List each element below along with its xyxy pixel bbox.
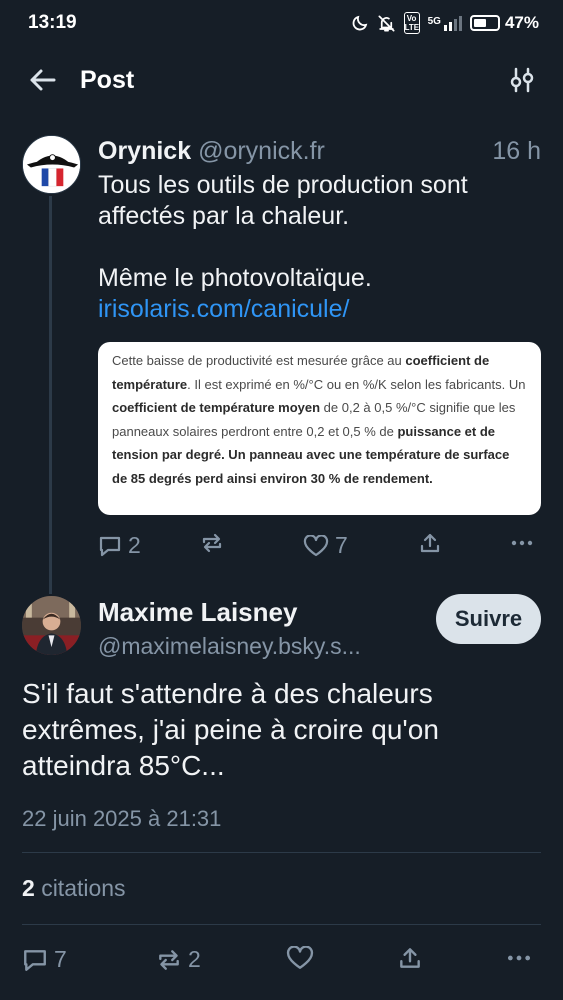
avatar[interactable] [22, 596, 81, 655]
moon-icon [351, 14, 369, 32]
post-link[interactable]: irisolaris.com/canicule/ [98, 295, 349, 323]
more-horizontal-icon [511, 540, 533, 546]
avatar[interactable] [22, 135, 81, 194]
embed-text: Cette baisse de productivité est mesurée… [112, 353, 406, 368]
more-horizontal-icon [507, 955, 531, 961]
post-text: Même le photovoltaïque. [98, 264, 372, 292]
reply-count: 2 [128, 532, 141, 558]
status-time: 13:19 [28, 12, 77, 33]
citations-link[interactable]: 2 citations [22, 872, 126, 904]
repost-button[interactable] [200, 532, 230, 554]
heart-icon [303, 534, 329, 556]
like-count: 7 [335, 532, 348, 558]
heart-icon [286, 946, 314, 969]
comment-icon [24, 949, 46, 971]
like-button[interactable]: 7 [303, 532, 348, 559]
page-title: Post [80, 66, 135, 94]
share-button[interactable] [397, 946, 423, 970]
post-actions: 2 7 [98, 532, 543, 562]
post-body: Tous les outils de production sont affec… [98, 170, 538, 325]
share-button[interactable] [418, 532, 442, 554]
post-text: Tous les outils de production sont affec… [98, 171, 468, 230]
repost-button[interactable]: 2 [156, 946, 201, 973]
follow-button[interactable]: Suivre [436, 594, 541, 644]
bicorne-hat-avatar-icon [23, 136, 80, 193]
post-body: S'il faut s'attendre à des chaleurs extr… [22, 676, 542, 784]
more-options-button[interactable] [510, 532, 534, 554]
post-timestamp: 16 h [492, 137, 541, 165]
signal-icon: 5G [427, 15, 462, 31]
share-icon [400, 948, 420, 968]
repost-icon [159, 949, 179, 970]
embed-bold: coefficient de température moyen [112, 400, 321, 416]
author-name[interactable]: Orynick [98, 137, 191, 165]
more-options-button[interactable] [506, 946, 532, 970]
repost-count: 2 [188, 946, 201, 972]
like-button[interactable] [286, 946, 320, 970]
author-handle[interactable]: @maximelaisney.bsky.s... [98, 630, 361, 662]
reply-button[interactable]: 7 [22, 946, 67, 973]
post-actions: 7 2 [22, 946, 541, 978]
battery-percent: 47% [504, 13, 539, 32]
citations-count: 2 [22, 875, 35, 901]
person-photo-avatar-icon [22, 596, 81, 655]
arrow-left-icon [30, 69, 56, 91]
battery-icon [469, 15, 500, 31]
comment-icon [99, 536, 121, 556]
repost-icon [202, 533, 222, 553]
author-handle[interactable]: @orynick.fr [198, 137, 325, 165]
volte-icon: Vo LTE [403, 12, 420, 34]
thread-settings-button[interactable] [507, 64, 537, 96]
reply-count: 7 [54, 946, 67, 972]
post-date: 22 juin 2025 à 21:31 [22, 806, 222, 831]
sliders-icon [510, 67, 534, 93]
post-text: S'il faut s'attendre à des chaleurs extr… [22, 678, 439, 781]
bell-off-icon [377, 14, 396, 33]
embedded-image[interactable]: Cette baisse de productivité est mesurée… [98, 342, 541, 515]
divider [22, 924, 541, 925]
embed-text: . Il est exprimé en %/°C ou en %/K selon… [187, 376, 526, 392]
network-type: 5G [427, 15, 441, 27]
reply-button[interactable]: 2 [98, 532, 141, 559]
author-name[interactable]: Maxime Laisney [98, 596, 297, 628]
share-icon [420, 533, 440, 553]
thread-connector-line [49, 196, 52, 594]
citations-label: citations [41, 875, 126, 901]
battery-indicator: 47% [469, 13, 539, 33]
back-button[interactable] [26, 64, 58, 96]
divider [22, 852, 541, 853]
status-icons: Vo LTE 5G 47% [351, 12, 539, 34]
post-author: Orynick @orynick.fr [98, 135, 325, 167]
